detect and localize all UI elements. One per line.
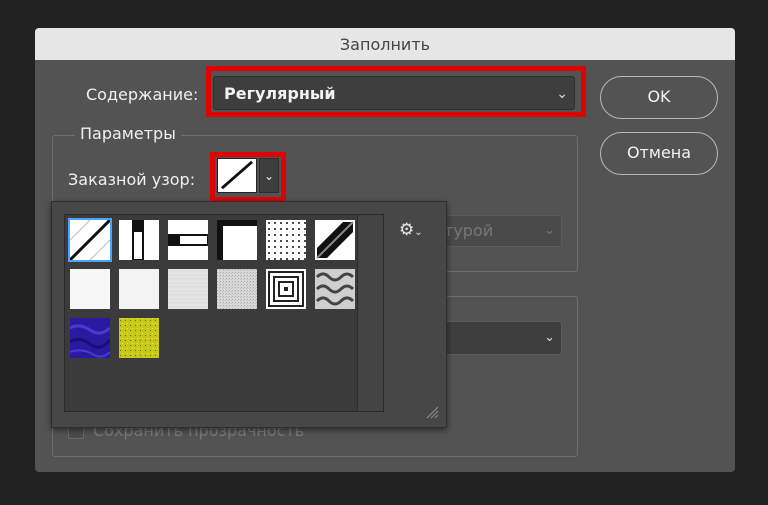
mode-select[interactable]: ⌄ xyxy=(435,321,562,355)
corner-frame-pattern-icon xyxy=(217,220,257,260)
chevron-down-icon: ⌄ xyxy=(544,330,555,345)
white-paper-pattern-icon xyxy=(70,269,110,309)
pattern-tile[interactable] xyxy=(117,267,161,311)
pattern-tile[interactable] xyxy=(68,267,112,311)
pattern-tile[interactable] xyxy=(117,218,161,262)
yellow-texture-pattern-icon xyxy=(119,318,159,358)
pattern-grid-scrollbar[interactable] xyxy=(357,215,383,411)
pattern-tile[interactable] xyxy=(166,218,210,262)
pattern-tile[interactable] xyxy=(215,267,259,311)
pattern-tile[interactable] xyxy=(264,218,308,262)
pattern-tile[interactable] xyxy=(117,316,161,360)
pattern-tile[interactable] xyxy=(215,218,259,262)
pattern-tile[interactable] xyxy=(68,218,112,262)
concentric-squares-pattern-icon xyxy=(266,269,306,309)
parameters-legend: Параметры xyxy=(75,124,181,143)
cancel-button[interactable]: Отмена xyxy=(600,132,718,175)
pattern-tile[interactable] xyxy=(313,267,357,311)
speckle-noise-pattern-icon xyxy=(217,269,257,309)
pattern-tile[interactable] xyxy=(68,316,112,360)
content-label: Содержание: xyxy=(86,85,199,104)
resize-grip-icon[interactable] xyxy=(425,405,439,419)
pattern-tile[interactable] xyxy=(313,218,357,262)
light-paper-pattern-icon xyxy=(119,269,159,309)
vertical-bar-pattern-icon xyxy=(119,220,159,260)
horizontal-bar-pattern-icon xyxy=(168,220,208,260)
blue-texture-pattern-icon xyxy=(70,318,110,358)
pattern-highlight-box xyxy=(210,152,286,202)
dialog-title: Заполнить xyxy=(35,28,735,60)
diagonal-line-pattern-icon xyxy=(70,220,110,260)
diagonal-block-pattern-icon xyxy=(315,220,355,260)
gear-icon[interactable]: ⚙⌄ xyxy=(399,220,423,240)
dots-pattern-icon xyxy=(266,220,306,260)
cloud-texture-pattern-icon xyxy=(315,269,355,309)
pattern-label: Заказной узор: xyxy=(68,170,196,189)
ok-button[interactable]: OK xyxy=(600,76,718,119)
chevron-down-icon: ⌄ xyxy=(544,223,555,238)
content-highlight-box xyxy=(206,66,586,117)
script-select-disabled: турой ⌄ xyxy=(435,215,562,247)
pattern-tile[interactable] xyxy=(264,267,308,311)
script-select-text: турой xyxy=(444,221,494,240)
pattern-tile[interactable] xyxy=(166,267,210,311)
gray-noise-pattern-icon xyxy=(168,269,208,309)
